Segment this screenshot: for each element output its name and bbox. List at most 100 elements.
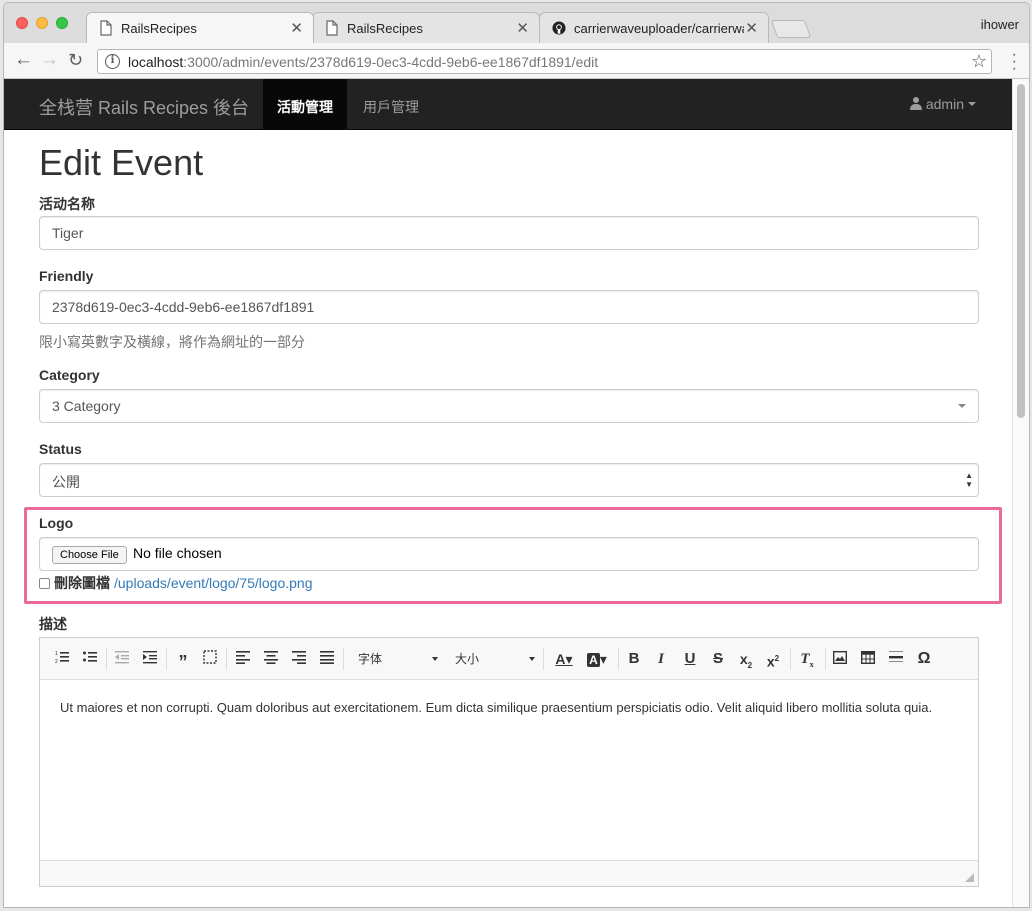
close-icon[interactable]: ✕ (290, 19, 303, 37)
bold-icon[interactable]: B (626, 650, 642, 668)
friendly-label: Friendly (39, 268, 94, 284)
info-icon[interactable]: i (105, 54, 120, 69)
logo-file-input[interactable]: Choose File No file chosen (39, 537, 979, 571)
close-window-button[interactable] (16, 17, 28, 29)
toolbar-separator (618, 648, 619, 670)
remove-logo-label[interactable]: 刪除圖檔 (54, 575, 110, 591)
maximize-window-button[interactable] (56, 17, 68, 29)
editor-toolbar: 12 ” 字体 大小 A▾ A ▾ B I U S x2 x2 Tx Ω (40, 638, 978, 680)
numbered-list-icon[interactable]: 12 (54, 650, 70, 668)
nav-item-users[interactable]: 用戶管理 (349, 79, 433, 130)
new-tab-button[interactable] (770, 20, 812, 38)
menu-dots-icon[interactable]: · · · (1012, 47, 1017, 77)
horizontal-line-icon[interactable] (888, 650, 904, 668)
toolbar-separator (790, 648, 791, 670)
chevron-down-icon (432, 657, 438, 661)
status-label: Status (39, 441, 82, 457)
url-text: localhost:3000/admin/events/2378d619-0ec… (128, 54, 599, 70)
font-size-combo[interactable]: 大小 (455, 650, 535, 668)
name-label: 活动名称 (39, 196, 95, 212)
user-icon (909, 97, 922, 110)
font-family-combo[interactable]: 字体 (358, 650, 438, 668)
logo-file-link[interactable]: /uploads/event/logo/75/logo.png (114, 575, 313, 591)
page-title: Edit Event (39, 142, 204, 183)
chevron-down-icon (958, 404, 966, 408)
browser-tab-2[interactable]: RailsRecipes ✕ (312, 12, 540, 43)
status-value: 公開 (52, 474, 80, 490)
minimize-window-button[interactable] (36, 17, 48, 29)
tab-title: RailsRecipes (347, 21, 423, 36)
page-scrollbar[interactable] (1012, 79, 1029, 907)
name-input[interactable]: Tiger (39, 216, 979, 250)
scrollbar-thumb[interactable] (1017, 84, 1025, 418)
browser-window: RailsRecipes ✕ RailsRecipes ✕ carrierwav… (3, 2, 1030, 908)
back-arrow-icon[interactable]: ← (14, 49, 33, 71)
browser-toolbar: ← → ↻ i localhost:3000/admin/events/2378… (4, 43, 1029, 79)
svg-text:1: 1 (55, 651, 58, 657)
rich-text-editor: 12 ” 字体 大小 A▾ A ▾ B I U S x2 x2 Tx Ω Ut … (39, 637, 979, 887)
nav-item-events[interactable]: 活動管理 (263, 79, 347, 130)
browser-tab-3[interactable]: carrierwaveuploader/carrierwa ✕ (539, 12, 769, 43)
outdent-icon[interactable] (114, 650, 130, 668)
bullet-list-icon[interactable] (82, 650, 98, 668)
blockquote-icon[interactable]: ” (174, 650, 192, 672)
align-justify-icon[interactable] (319, 650, 335, 668)
friendly-help-text: 限小寫英數字及橫線，將作為網址的一部分 (39, 334, 305, 350)
page-viewport: 全栈营 Rails Recipes 後台 活動管理 用戶管理 admin Edi… (4, 79, 1014, 907)
toolbar-separator (106, 648, 107, 670)
tab-strip: RailsRecipes ✕ RailsRecipes ✕ carrierwav… (4, 3, 1029, 43)
underline-icon[interactable]: U (682, 650, 698, 668)
italic-icon[interactable]: I (653, 650, 669, 668)
toolbar-separator (825, 648, 826, 670)
page-icon (326, 20, 338, 36)
remove-logo-checkbox[interactable] (39, 578, 50, 589)
caret-down-icon (968, 102, 976, 106)
bookmark-star-icon[interactable]: ☆ (971, 51, 987, 72)
address-bar[interactable]: i localhost:3000/admin/events/2378d619-0… (97, 49, 992, 74)
toolbar-separator (343, 648, 344, 670)
editor-footer (40, 860, 978, 886)
table-icon[interactable] (860, 650, 876, 668)
remove-format-icon[interactable]: Tx (798, 650, 816, 669)
category-label: Category (39, 367, 100, 383)
tab-title: RailsRecipes (121, 21, 197, 36)
align-left-icon[interactable] (235, 650, 251, 668)
status-select[interactable]: 公開 ▲ ▼ (39, 463, 979, 497)
close-icon[interactable]: ✕ (516, 19, 529, 37)
text-color-icon[interactable]: A▾ (552, 650, 576, 668)
toolbar-separator (226, 648, 227, 670)
align-right-icon[interactable] (291, 650, 307, 668)
resize-handle[interactable] (965, 873, 974, 882)
align-center-icon[interactable] (263, 650, 279, 668)
forward-arrow-icon[interactable]: → (40, 49, 59, 71)
special-character-icon[interactable]: Ω (916, 650, 932, 668)
friendly-input[interactable]: 2378d619-0ec3-4cdd-9eb6-ee1867df1891 (39, 290, 979, 324)
user-menu[interactable]: admin (909, 96, 976, 112)
category-select[interactable]: 3 Category (39, 389, 979, 423)
editor-content[interactable]: Ut maiores et non corrupti. Quam dolorib… (60, 698, 960, 718)
site-navbar: 全栈营 Rails Recipes 後台 活動管理 用戶管理 admin (4, 79, 1014, 130)
reload-icon[interactable]: ↻ (68, 49, 83, 71)
image-icon[interactable] (832, 650, 848, 668)
strikethrough-icon[interactable]: S (710, 650, 726, 668)
profile-name[interactable]: ihower (981, 17, 1019, 32)
user-name: admin (925, 96, 964, 112)
choose-file-button[interactable]: Choose File (52, 546, 127, 564)
remove-logo-row: 刪除圖檔/uploads/event/logo/75/logo.png (39, 573, 313, 593)
logo-label: Logo (39, 515, 74, 531)
description-label: 描述 (39, 616, 67, 632)
div-container-icon[interactable] (202, 650, 218, 668)
indent-icon[interactable] (142, 650, 158, 668)
browser-tab-1[interactable]: RailsRecipes ✕ (86, 12, 314, 43)
superscript-icon[interactable]: x2 (764, 650, 782, 670)
select-updown-icon: ▲ ▼ (965, 471, 973, 489)
close-icon[interactable]: ✕ (745, 19, 758, 37)
navbar-brand[interactable]: 全栈营 Rails Recipes 後台 (39, 94, 249, 120)
background-color-icon[interactable]: A ▾ (584, 650, 610, 668)
page-icon (100, 20, 112, 36)
github-icon (552, 21, 566, 35)
file-status-text: No file chosen (133, 545, 222, 561)
subscript-icon[interactable]: x2 (737, 650, 755, 670)
tab-title: carrierwaveuploader/carrierwa (574, 21, 744, 36)
category-value: 3 Category (52, 398, 121, 414)
